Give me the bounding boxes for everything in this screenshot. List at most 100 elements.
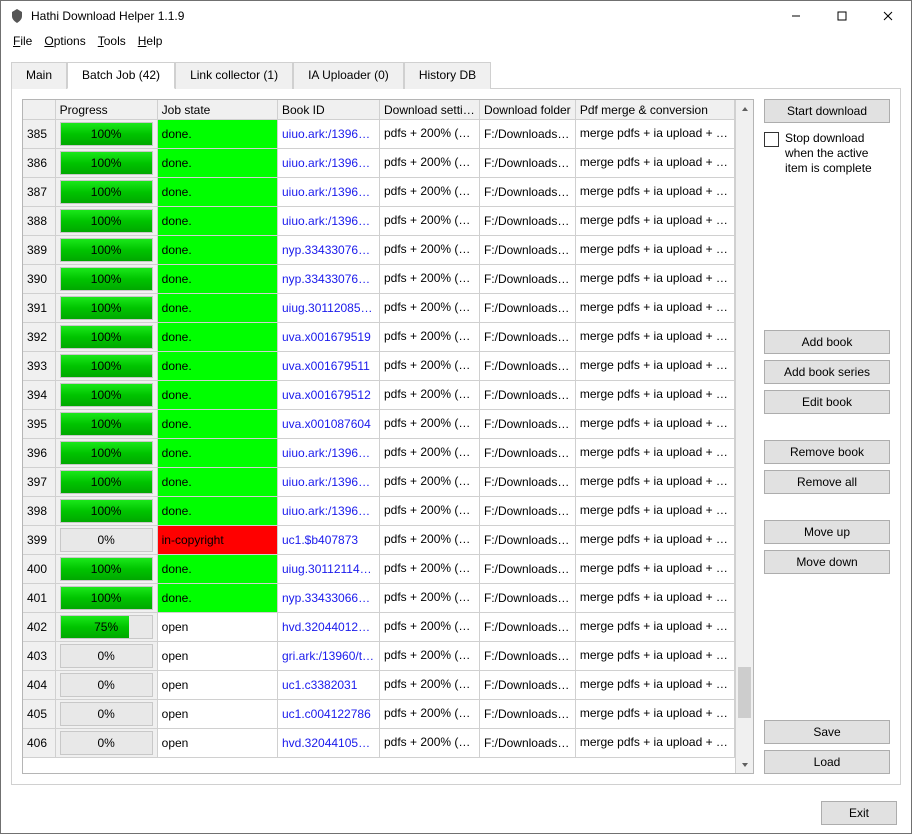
menu-options[interactable]: Options (38, 32, 91, 50)
header-settings[interactable]: Download settings (380, 100, 480, 120)
scroll-track[interactable] (736, 117, 753, 756)
row-number[interactable]: 385 (23, 120, 56, 149)
table-row[interactable]: 4060%openhvd.3204410552...pdfs + 200% (1… (23, 729, 735, 758)
book-id-cell[interactable]: uiuo.ark:/13960/t... (278, 149, 380, 178)
scroll-thumb[interactable] (738, 667, 751, 718)
book-id-cell[interactable]: nyp.3343306657... (278, 584, 380, 613)
book-id-cell[interactable]: uc1.c3382031 (278, 671, 380, 700)
book-id-cell[interactable]: uiuo.ark:/13960/t... (278, 178, 380, 207)
book-id-cell[interactable]: uva.x001679511 (278, 352, 380, 381)
book-id-cell[interactable]: uiuo.ark:/13960/t... (278, 439, 380, 468)
minimize-button[interactable] (773, 1, 819, 31)
row-number[interactable]: 390 (23, 265, 56, 294)
header-merge[interactable]: Pdf merge & conversion (576, 100, 735, 120)
book-id-cell[interactable]: uva.x001679512 (278, 381, 380, 410)
book-id-cell[interactable]: uiuo.ark:/13960/t... (278, 497, 380, 526)
header-progress[interactable]: Progress (56, 100, 158, 120)
tab-history-db[interactable]: History DB (404, 62, 491, 89)
remove-all-button[interactable]: Remove all (764, 470, 890, 494)
table-row[interactable]: 400100%done.uiug.3011211488...pdfs + 200… (23, 555, 735, 584)
book-id-cell[interactable]: nyp.3343307601... (278, 236, 380, 265)
add-book-series-button[interactable]: Add book series (764, 360, 890, 384)
header-rownum[interactable] (23, 100, 56, 120)
row-number[interactable]: 400 (23, 555, 56, 584)
move-up-button[interactable]: Move up (764, 520, 890, 544)
table-row[interactable]: 388100%done.uiuo.ark:/13960/t...pdfs + 2… (23, 207, 735, 236)
table-row[interactable]: 392100%done.uva.x001679519pdfs + 200% (1… (23, 323, 735, 352)
book-id-cell[interactable]: uiuo.ark:/13960/t... (278, 120, 380, 149)
book-id-cell[interactable]: uc1.c004122786 (278, 700, 380, 729)
table-row[interactable]: 4030%opengri.ark:/13960/t0...pdfs + 200%… (23, 642, 735, 671)
table-row[interactable]: 391100%done.uiug.301120852...pdfs + 200%… (23, 294, 735, 323)
row-number[interactable]: 388 (23, 207, 56, 236)
table-row[interactable]: 4040%openuc1.c3382031pdfs + 200% (192dpi… (23, 671, 735, 700)
scroll-down-icon[interactable] (736, 756, 753, 773)
header-state[interactable]: Job state (158, 100, 278, 120)
book-id-cell[interactable]: gri.ark:/13960/t0... (278, 642, 380, 671)
start-download-button[interactable]: Start download (764, 99, 890, 123)
book-id-cell[interactable]: uiuo.ark:/13960/t... (278, 468, 380, 497)
row-number[interactable]: 386 (23, 149, 56, 178)
row-number[interactable]: 405 (23, 700, 56, 729)
row-number[interactable]: 391 (23, 294, 56, 323)
row-number[interactable]: 393 (23, 352, 56, 381)
stop-when-complete-checkbox[interactable]: Stop download when the active item is co… (764, 129, 890, 178)
table-row[interactable]: 396100%done.uiuo.ark:/13960/t...pdfs + 2… (23, 439, 735, 468)
book-id-cell[interactable]: uiug.301120852... (278, 294, 380, 323)
table-row[interactable]: 40275%openhvd.3204401263...pdfs + 200% (… (23, 613, 735, 642)
row-number[interactable]: 387 (23, 178, 56, 207)
row-number[interactable]: 389 (23, 236, 56, 265)
menu-tools[interactable]: Tools (92, 32, 132, 50)
header-bookid[interactable]: Book ID (278, 100, 380, 120)
table-row[interactable]: 385100%done.uiuo.ark:/13960/t...pdfs + 2… (23, 120, 735, 149)
book-id-cell[interactable]: uiug.3011211488... (278, 555, 380, 584)
row-number[interactable]: 404 (23, 671, 56, 700)
table-row[interactable]: 398100%done.uiuo.ark:/13960/t...pdfs + 2… (23, 497, 735, 526)
tab-ia-uploader[interactable]: IA Uploader (0) (293, 62, 404, 89)
menu-help[interactable]: Help (132, 32, 169, 50)
checkbox-box-icon[interactable] (764, 132, 779, 147)
row-number[interactable]: 406 (23, 729, 56, 758)
vertical-scrollbar[interactable] (735, 100, 753, 773)
book-id-cell[interactable]: uva.x001679519 (278, 323, 380, 352)
row-number[interactable]: 401 (23, 584, 56, 613)
row-number[interactable]: 398 (23, 497, 56, 526)
row-number[interactable]: 403 (23, 642, 56, 671)
header-folder[interactable]: Download folder (480, 100, 576, 120)
row-number[interactable]: 392 (23, 323, 56, 352)
book-id-cell[interactable]: uc1.$b407873 (278, 526, 380, 555)
save-button[interactable]: Save (764, 720, 890, 744)
table-row[interactable]: 387100%done.uiuo.ark:/13960/t...pdfs + 2… (23, 178, 735, 207)
table-row[interactable]: 389100%done.nyp.3343307601...pdfs + 200%… (23, 236, 735, 265)
row-number[interactable]: 402 (23, 613, 56, 642)
load-button[interactable]: Load (764, 750, 890, 774)
table-row[interactable]: 397100%done.uiuo.ark:/13960/t...pdfs + 2… (23, 468, 735, 497)
book-id-cell[interactable]: hvd.3204410552... (278, 729, 380, 758)
table-row[interactable]: 4050%openuc1.c004122786pdfs + 200% (192d… (23, 700, 735, 729)
book-id-cell[interactable]: hvd.3204401263... (278, 613, 380, 642)
scroll-up-icon[interactable] (736, 100, 753, 117)
row-number[interactable]: 395 (23, 410, 56, 439)
edit-book-button[interactable]: Edit book (764, 390, 890, 414)
row-number[interactable]: 396 (23, 439, 56, 468)
row-number[interactable]: 399 (23, 526, 56, 555)
remove-book-button[interactable]: Remove book (764, 440, 890, 464)
book-id-cell[interactable]: uva.x001087604 (278, 410, 380, 439)
table-row[interactable]: 401100%done.nyp.3343306657...pdfs + 200%… (23, 584, 735, 613)
table-row[interactable]: 394100%done.uva.x001679512pdfs + 200% (1… (23, 381, 735, 410)
menu-file[interactable]: File (7, 32, 38, 50)
table-row[interactable]: 395100%done.uva.x001087604pdfs + 200% (1… (23, 410, 735, 439)
move-down-button[interactable]: Move down (764, 550, 890, 574)
table-row[interactable]: 390100%done.nyp.3343307601...pdfs + 200%… (23, 265, 735, 294)
table-row[interactable]: 393100%done.uva.x001679511pdfs + 200% (1… (23, 352, 735, 381)
close-button[interactable] (865, 1, 911, 31)
row-number[interactable]: 394 (23, 381, 56, 410)
maximize-button[interactable] (819, 1, 865, 31)
job-grid[interactable]: Progress Job state Book ID Download sett… (22, 99, 754, 774)
book-id-cell[interactable]: nyp.3343307601... (278, 265, 380, 294)
tab-batch-job[interactable]: Batch Job (42) (67, 62, 175, 89)
table-row[interactable]: 3990%in-copyrightuc1.$b407873pdfs + 200%… (23, 526, 735, 555)
table-row[interactable]: 386100%done.uiuo.ark:/13960/t...pdfs + 2… (23, 149, 735, 178)
book-id-cell[interactable]: uiuo.ark:/13960/t... (278, 207, 380, 236)
row-number[interactable]: 397 (23, 468, 56, 497)
